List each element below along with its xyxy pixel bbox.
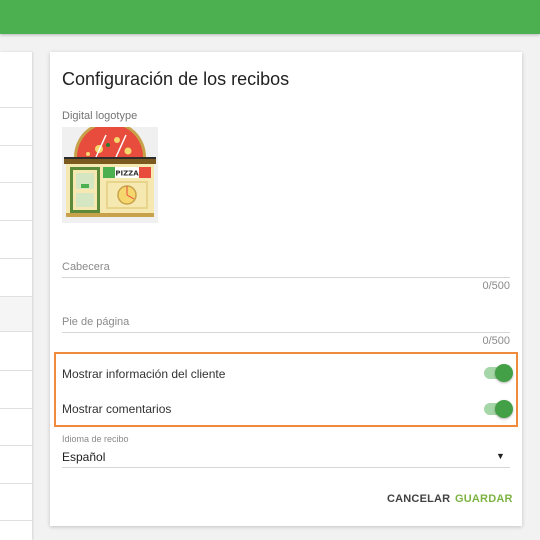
dropdown-arrow-icon[interactable]: ▼: [496, 451, 505, 461]
show-comments-toggle[interactable]: [484, 400, 513, 418]
logo-upload[interactable]: PIZZA: [62, 121, 158, 223]
side-list-divider: [0, 520, 32, 521]
show-comments-label: Mostrar comentarios: [62, 402, 172, 416]
side-list-divider: [0, 258, 32, 259]
side-list-divider: [0, 107, 32, 108]
language-select-label: Idioma de recibo: [62, 434, 129, 444]
app-bar: [0, 0, 540, 34]
show-client-info-toggle[interactable]: [484, 364, 513, 382]
side-list-divider: [0, 220, 32, 221]
receipt-settings-card: Configuración de los recibos Digital log…: [50, 52, 522, 526]
language-select[interactable]: Español: [62, 450, 105, 464]
side-list-item-selected[interactable]: [0, 296, 32, 332]
footer-field[interactable]: [62, 332, 510, 333]
toggle-thumb: [495, 364, 513, 382]
side-list-divider: [0, 483, 32, 484]
pizza-shop-logo: PIZZA: [64, 121, 156, 217]
card-title: Configuración de los recibos: [62, 69, 290, 89]
side-list-divider: [0, 145, 32, 146]
logo-sign-text: PIZZA: [115, 170, 139, 178]
footer-field-label: Pie de página: [62, 316, 130, 328]
toggle-thumb: [495, 400, 513, 418]
cancel-button[interactable]: CANCELAR: [387, 493, 450, 505]
header-char-counter: 0/500: [482, 280, 510, 292]
header-field-label: Cabecera: [62, 261, 110, 273]
side-list-divider: [0, 445, 32, 446]
logo-label: Digital logotype: [62, 110, 138, 122]
header-field[interactable]: [62, 277, 510, 278]
footer-char-counter: 0/500: [482, 335, 510, 347]
side-list-divider: [0, 408, 32, 409]
side-list-divider: [0, 370, 32, 371]
side-list: [0, 52, 32, 540]
language-select-underline: [62, 467, 510, 468]
side-list-divider: [0, 182, 32, 183]
show-client-info-label: Mostrar información del cliente: [62, 367, 226, 381]
save-button[interactable]: GUARDAR: [455, 493, 513, 505]
